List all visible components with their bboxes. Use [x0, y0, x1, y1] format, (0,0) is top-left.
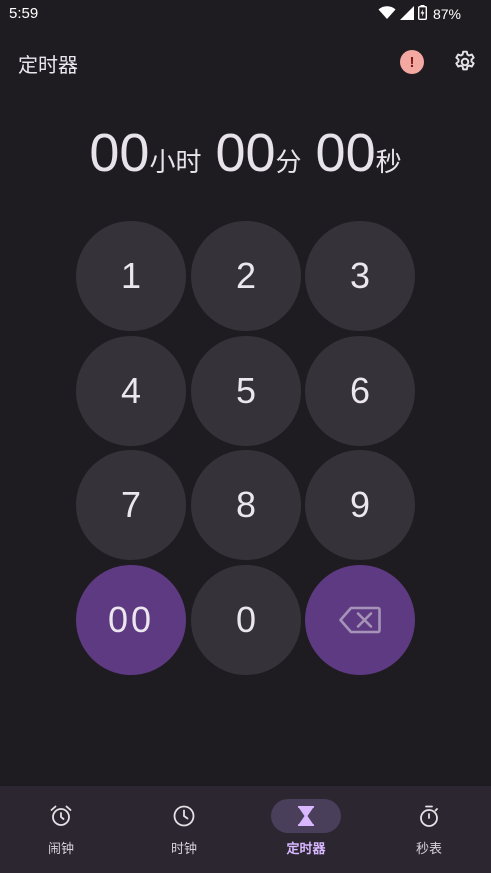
key-3[interactable]: 3	[305, 221, 415, 331]
clock-icon	[173, 805, 195, 827]
stopwatch-icon	[420, 805, 438, 827]
status-bar: 5:59 87%	[0, 0, 491, 28]
app-bar: 定时器 !	[0, 38, 491, 86]
battery-percent: 87%	[432, 6, 461, 22]
key-5[interactable]: 5	[191, 336, 301, 446]
nav-item-timer[interactable]: 定时器	[245, 786, 367, 873]
key-0[interactable]: 0	[191, 565, 301, 675]
alarm-icon	[50, 805, 72, 826]
page-title: 定时器	[18, 53, 78, 77]
key-4[interactable]: 4	[76, 336, 186, 446]
alert-icon: !	[409, 53, 415, 71]
nav-label-alarm: 闹钟	[47, 842, 74, 857]
hours-unit: 小时	[149, 148, 202, 178]
key-00-label: 00	[107, 599, 155, 640]
key-8[interactable]: 8	[191, 450, 301, 560]
nav-label-timer: 定时器	[286, 842, 326, 857]
alert-button[interactable]: !	[400, 50, 424, 74]
timer-display: 00 小时 00 分 00 秒	[0, 122, 491, 184]
key-9[interactable]: 9	[305, 450, 415, 560]
nav-label-clock: 时钟	[170, 842, 197, 857]
key-1[interactable]: 1	[76, 221, 186, 331]
status-icons: 87%	[378, 4, 461, 24]
nav-item-stopwatch[interactable]: 秒表	[368, 786, 490, 873]
minutes-unit: 分	[275, 148, 302, 178]
key-2[interactable]: 2	[191, 221, 301, 331]
signal-icon	[399, 5, 414, 24]
hourglass-icon	[298, 806, 314, 826]
key-00[interactable]: 00	[76, 565, 186, 675]
seconds-value: 00	[315, 123, 376, 183]
hours-value: 00	[89, 123, 150, 183]
status-time: 5:59	[9, 5, 39, 22]
battery-icon	[417, 4, 427, 24]
minutes-value: 00	[215, 123, 276, 183]
key-7[interactable]: 7	[76, 450, 186, 560]
seconds-unit: 秒	[375, 148, 402, 178]
wifi-icon	[378, 5, 396, 24]
nav-label-stopwatch: 秒表	[415, 842, 442, 857]
key-6[interactable]: 6	[305, 336, 415, 446]
nav-item-clock[interactable]: 时钟	[123, 786, 245, 873]
backspace-button[interactable]	[305, 565, 415, 675]
nav-item-alarm[interactable]: 闹钟	[0, 786, 122, 873]
gear-icon	[455, 50, 475, 71]
settings-button[interactable]	[452, 49, 478, 75]
backspace-icon	[339, 606, 381, 634]
bottom-nav: 闹钟 时钟 定时器 秒表	[0, 786, 491, 873]
